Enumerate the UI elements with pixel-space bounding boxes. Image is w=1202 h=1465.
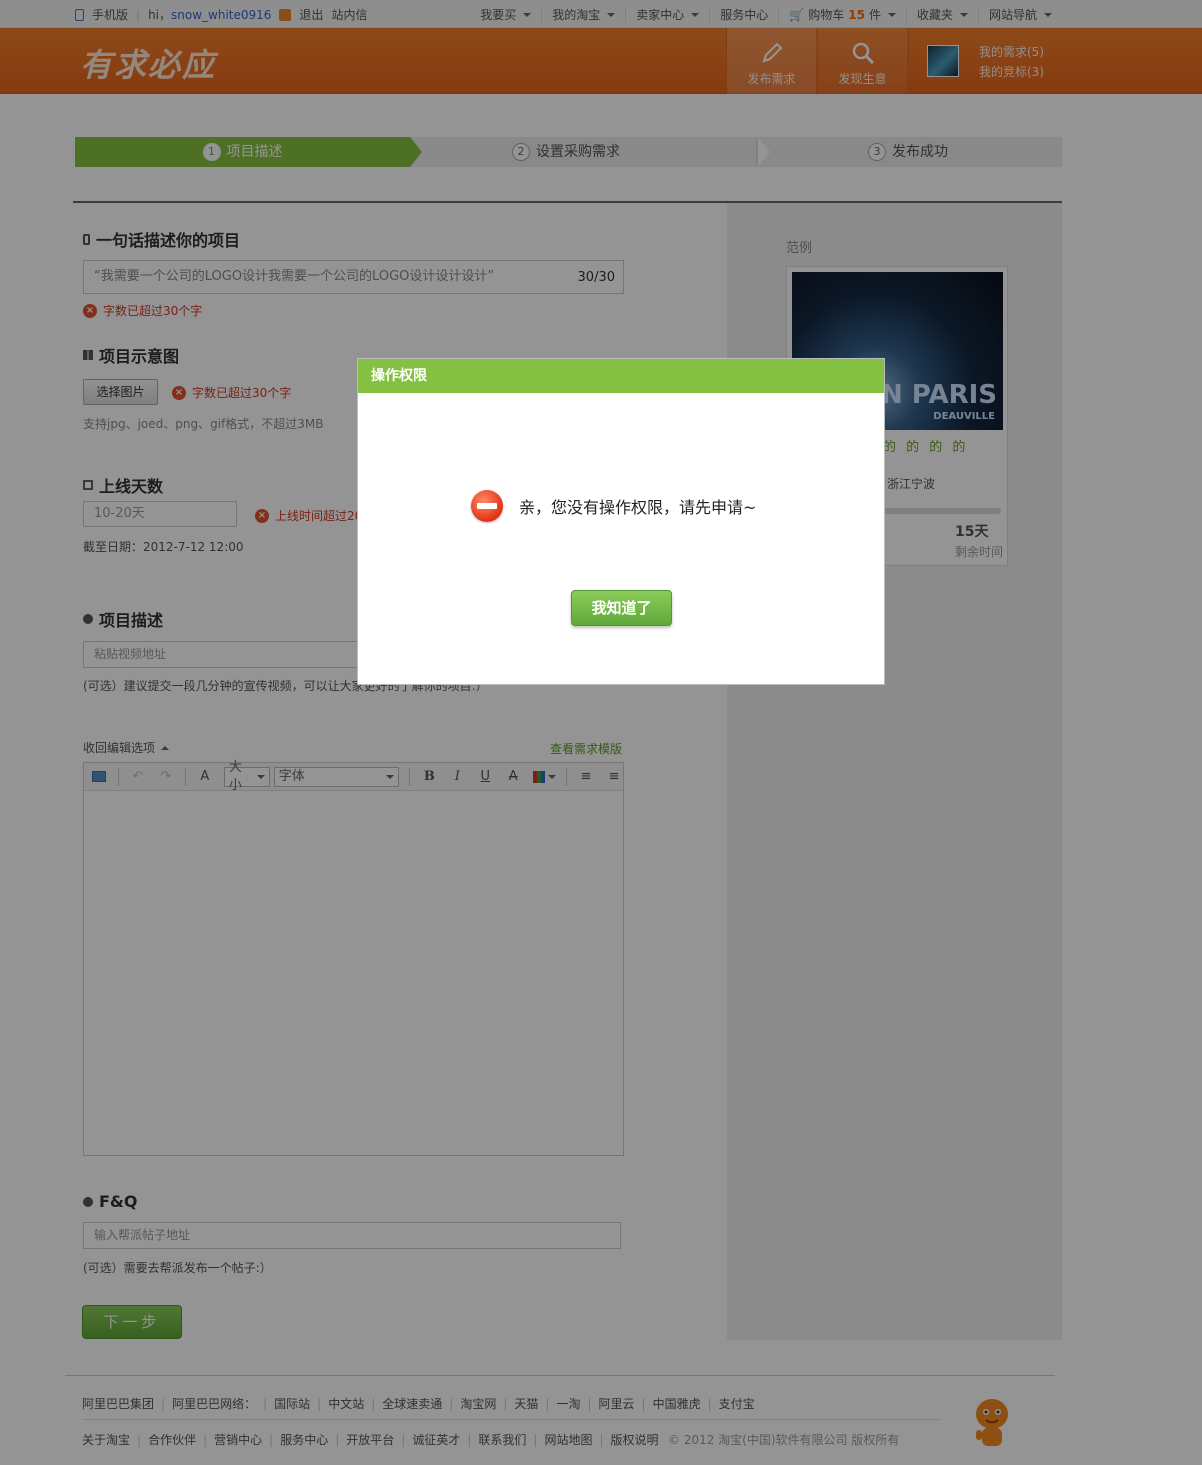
modal-overlay[interactable]	[0, 0, 1202, 1465]
acknowledge-button[interactable]: 我知道了	[571, 590, 672, 626]
dialog-message: 亲，您没有操作权限，请先申请~	[471, 490, 756, 522]
dialog-title: 操作权限	[358, 359, 884, 393]
no-entry-icon	[471, 490, 503, 522]
permission-dialog: 操作权限 亲，您没有操作权限，请先申请~ 我知道了	[357, 358, 885, 685]
